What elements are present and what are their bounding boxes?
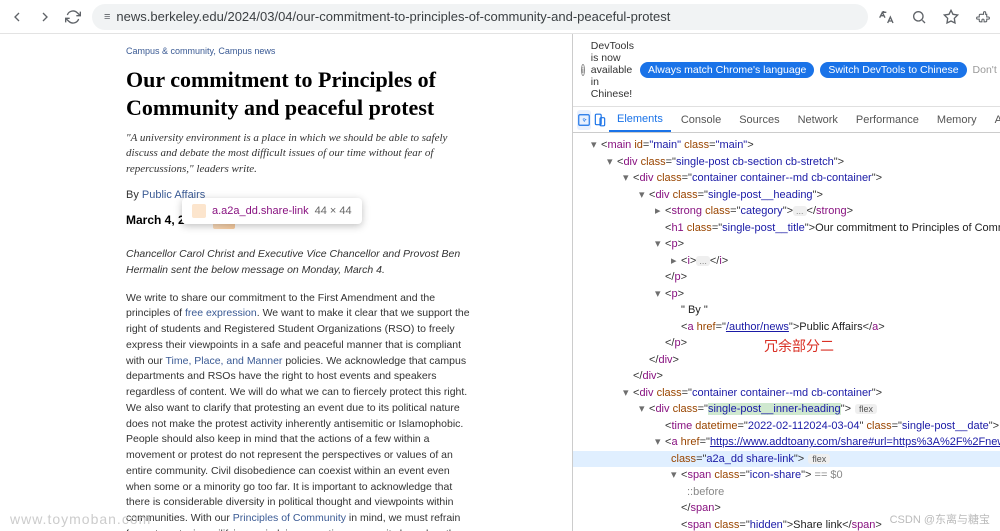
watermark-right: CSDN @东离与糖宝 (890, 511, 990, 527)
banner-switch-button[interactable]: Switch DevTools to Chinese (820, 62, 966, 78)
dom-line[interactable]: <time datetime="2022-02-112024-03-04" cl… (573, 418, 1000, 435)
tooltip-selector: a.a2a_dd.share-link (212, 205, 309, 217)
dom-line[interactable]: </div> (573, 368, 1000, 385)
dom-line[interactable]: </p> (573, 269, 1000, 286)
banner-match-button[interactable]: Always match Chrome's language (640, 62, 814, 78)
dom-line[interactable]: ▸<i>...</i> (573, 253, 1000, 270)
translate-icon[interactable] (878, 8, 896, 26)
page-subtitle: "A university environment is a place in … (126, 131, 472, 177)
back-icon[interactable] (8, 8, 26, 26)
toolbar-right (878, 8, 992, 26)
dom-line[interactable]: ▾<p> (573, 286, 1000, 303)
address-bar[interactable]: ≡ news.berkeley.edu/2024/03/04/our-commi… (92, 4, 868, 30)
reload-icon[interactable] (64, 8, 82, 26)
dom-tree[interactable]: ▾<main id="main" class="main"> ▾<div cla… (573, 133, 1000, 531)
tab-application[interactable]: Application (987, 107, 1000, 132)
dom-selected-line[interactable]: class="a2a_dd share-link">flex (573, 451, 1000, 468)
dom-line[interactable]: <a href="/author/news">Public Affairs</a… (573, 319, 1000, 336)
dom-line[interactable]: <h1 class="single-post__title">Our commi… (573, 220, 1000, 237)
breadcrumb[interactable]: Campus & community, Campus news (126, 46, 472, 56)
annotation-red: 冗余部分二 (764, 336, 834, 356)
dom-line[interactable]: ▾<p> (573, 236, 1000, 253)
dom-line[interactable]: ▸<strong class="category">...</strong> (573, 203, 1000, 220)
dom-line[interactable]: ▾<span class="icon-share"> == $0 (573, 467, 1000, 484)
article-body: Chancellor Carol Christ and Executive Vi… (126, 247, 472, 531)
devtools-tabs: Elements Console Sources Network Perform… (573, 107, 1000, 133)
inspect-tooltip: a.a2a_dd.share-link 44 × 44 (182, 198, 362, 224)
tab-sources[interactable]: Sources (731, 107, 787, 132)
forward-icon[interactable] (36, 8, 54, 26)
banner-text: DevTools is now available in Chinese! (591, 40, 634, 100)
tab-memory[interactable]: Memory (929, 107, 985, 132)
url-text: news.berkeley.edu/2024/03/04/our-commitm… (116, 9, 856, 24)
dom-line[interactable]: " By " (573, 302, 1000, 319)
color-swatch (192, 204, 206, 218)
inspect-tool-icon[interactable] (577, 110, 591, 130)
tab-performance[interactable]: Performance (848, 107, 927, 132)
browser-toolbar: ≡ news.berkeley.edu/2024/03/04/our-commi… (0, 0, 1000, 34)
link-poc[interactable]: Principles of Community (233, 512, 346, 524)
dom-line[interactable]: ▾<div class="container container--md cb-… (573, 385, 1000, 402)
tab-elements[interactable]: Elements (609, 107, 671, 132)
dom-line[interactable]: ::before (573, 484, 1000, 501)
star-icon[interactable] (942, 8, 960, 26)
dom-line[interactable]: ▾<div class="single-post__heading"> (573, 187, 1000, 204)
site-info-icon[interactable]: ≡ (104, 11, 110, 23)
link-tpm[interactable]: Time, Place, and Manner (166, 355, 283, 367)
extension-icon[interactable] (974, 8, 992, 26)
devtools-panel: i DevTools is now available in Chinese! … (572, 34, 1000, 531)
banner-dont-show[interactable]: Don't show (973, 64, 1000, 76)
link-free-expression[interactable]: free expression (185, 307, 257, 319)
dom-line[interactable]: ▾<div class="single-post cb-section cb-s… (573, 154, 1000, 171)
tooltip-dims: 44 × 44 (315, 205, 352, 217)
page-viewport[interactable]: Campus & community, Campus news Our comm… (0, 34, 572, 531)
dom-line[interactable]: ▾<main id="main" class="main"> (573, 137, 1000, 154)
device-tool-icon[interactable] (593, 110, 607, 130)
devtools-banner: i DevTools is now available in Chinese! … (573, 34, 1000, 107)
page-title: Our commitment to Principles of Communit… (126, 66, 472, 121)
dom-line[interactable]: ▾<div class="container container--md cb-… (573, 170, 1000, 187)
dom-line[interactable]: ▾<div class="single-post__inner-heading"… (573, 401, 1000, 418)
tab-console[interactable]: Console (673, 107, 729, 132)
zoom-icon[interactable] (910, 8, 928, 26)
tab-network[interactable]: Network (790, 107, 846, 132)
watermark-left: www.toymoban.com (10, 511, 151, 527)
info-icon: i (581, 64, 585, 76)
dom-line[interactable]: ▾<a href="https://www.addtoany.com/share… (573, 434, 1000, 451)
